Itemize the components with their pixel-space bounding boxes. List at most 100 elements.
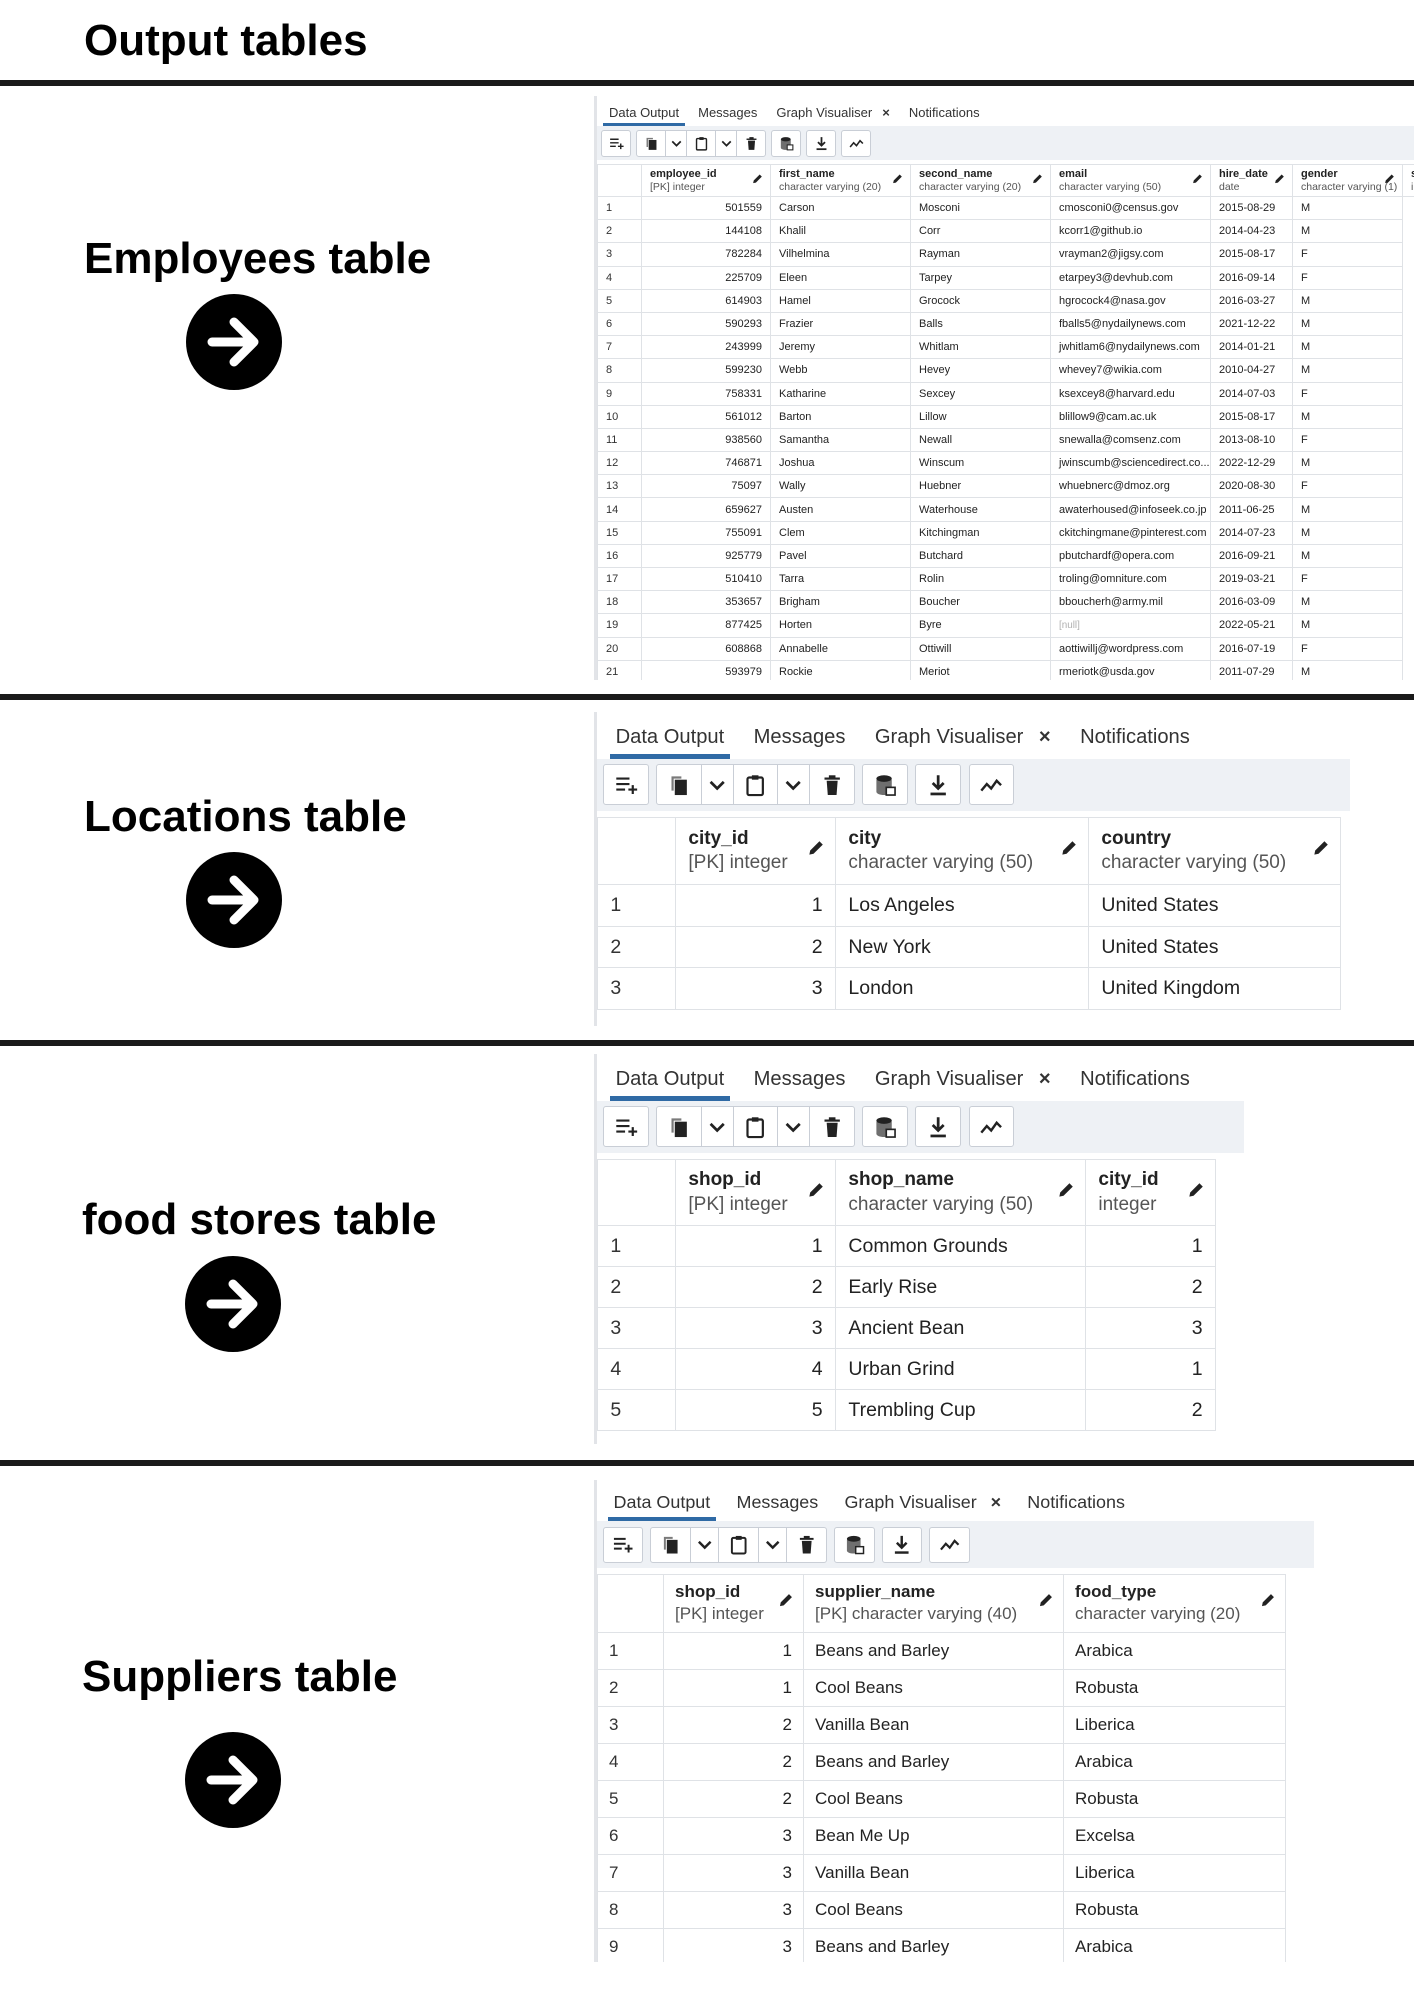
graph-button[interactable]	[970, 1107, 1013, 1146]
table-cell[interactable]: F	[1292, 566, 1403, 592]
table-cell[interactable]: 1	[1085, 1225, 1216, 1268]
table-cell[interactable]: 659627	[641, 497, 771, 522]
column-header-email[interactable]: email character varying (50)	[1050, 164, 1211, 197]
tab-data-output[interactable]: Data Output	[602, 105, 686, 126]
table-cell[interactable]: 2022-05-21	[1210, 613, 1293, 638]
table-cell[interactable]: M	[1292, 659, 1403, 680]
table-cell[interactable]: 593979	[641, 659, 771, 680]
table-cell[interactable]: Rockie	[770, 659, 911, 680]
table-cell[interactable]: Pavel	[770, 543, 911, 569]
pencil-icon[interactable]	[1186, 1180, 1206, 1206]
table-row[interactable]: 6 590293 Frazier Balls fballs5@nydailynews.c…	[597, 311, 1414, 337]
table-cell[interactable]: Khalil	[770, 219, 911, 244]
table-cell[interactable]: 2022-12-29	[1210, 451, 1293, 476]
table-cell[interactable]: Vanilla Bean	[803, 1853, 1064, 1892]
column-header-city-id[interactable]: city_id integer	[1085, 1159, 1216, 1227]
table-cell[interactable]: 746871	[641, 451, 771, 476]
table-cell[interactable]: kcorr1@github.io	[1050, 219, 1211, 244]
table-row[interactable]: 1 1 Los Angeles United States	[597, 884, 1341, 927]
table-cell[interactable]: London	[835, 967, 1089, 1010]
table-cell[interactable]: 2014-01-21	[1210, 335, 1293, 360]
table-row[interactable]: 14 659627 Austen Waterhouse awaterhoused@inf…	[597, 497, 1414, 522]
table-cell[interactable]: 2011-07-29	[1210, 659, 1293, 680]
table-cell[interactable]: 2015-08-29	[1210, 195, 1293, 221]
table-row[interactable]: 17 510410 Tarra Rolin troling@omniture.com 20…	[597, 566, 1414, 592]
delete-button[interactable]	[787, 1528, 826, 1563]
table-row[interactable]: 3 782284 Vilhelmina Rayman vrayman2@jigsy.co…	[597, 242, 1414, 267]
table-cell[interactable]: hgrocock4@nasa.gov	[1050, 288, 1211, 313]
table-cell[interactable]: 3	[675, 1307, 836, 1350]
table-cell[interactable]: F	[1292, 427, 1403, 453]
table-cell[interactable]: Vanilla Bean	[803, 1705, 1064, 1744]
copy-options-button[interactable]	[691, 1528, 719, 1563]
tab-graph-visualiser[interactable]: Graph Visualiser ×	[776, 105, 889, 126]
table-row[interactable]: 1 1 Common Grounds 1	[597, 1225, 1216, 1268]
add-row-button[interactable]	[604, 1107, 647, 1146]
table-cell[interactable]: 3	[663, 1927, 804, 1962]
table-cell[interactable]: M	[1292, 613, 1403, 638]
table-cell[interactable]: Vilhelmina	[770, 242, 911, 267]
download-button[interactable]	[883, 1528, 922, 1563]
table-cell[interactable]: M	[1292, 497, 1403, 522]
table-cell[interactable]: Jeremy	[770, 335, 911, 360]
copy-button[interactable]	[637, 131, 665, 156]
table-cell[interactable]: Trembling Cup	[835, 1389, 1086, 1432]
close-icon[interactable]: ×	[1039, 726, 1051, 749]
table-cell[interactable]: 2016-03-09	[1210, 590, 1293, 615]
table-cell[interactable]: 2	[675, 925, 836, 969]
table-cell[interactable]: Joshua	[770, 451, 911, 476]
table-cell[interactable]: Common Grounds	[835, 1225, 1086, 1268]
table-row[interactable]: 3 2 Vanilla Bean Liberica	[597, 1705, 1286, 1744]
pencil-icon[interactable]	[1037, 1591, 1055, 1615]
table-row[interactable]: 4 225709 Eleen Tarpey etarpey3@devhub.com 201…	[597, 265, 1414, 290]
paste-options-button[interactable]	[778, 765, 809, 804]
table-cell[interactable]: 2020-08-30	[1210, 474, 1293, 499]
table-cell[interactable]: 614903	[641, 288, 771, 313]
table-cell[interactable]: 938560	[641, 427, 771, 453]
paste-options-button[interactable]	[716, 131, 736, 156]
add-row-button[interactable]	[604, 765, 647, 804]
table-row[interactable]: 1 1 Beans and Barley Arabica	[597, 1631, 1286, 1670]
save-data-button[interactable]	[835, 1528, 874, 1563]
delete-button[interactable]	[810, 1107, 853, 1146]
column-header-shop-id[interactable]: shop_id [PK] integer	[675, 1159, 836, 1227]
table-row[interactable]: 4 2 Beans and Barley Arabica	[597, 1742, 1286, 1781]
table-cell[interactable]: 2013-08-10	[1210, 427, 1293, 453]
table-cell[interactable]: 1	[1085, 1348, 1216, 1391]
table-cell[interactable]: 782284	[641, 242, 771, 267]
pencil-icon[interactable]	[1056, 1180, 1076, 1206]
table-row[interactable]: 5 614903 Hamel Grocock hgrocock4@nasa.gov 201…	[597, 288, 1414, 313]
table-cell[interactable]: 510410	[641, 566, 771, 592]
tab-notifications[interactable]: Notifications	[909, 105, 980, 126]
table-cell[interactable]: Tarra	[770, 566, 911, 592]
table-cell[interactable]: Brigham	[770, 590, 911, 615]
table-cell[interactable]: Sexcey	[910, 381, 1051, 406]
table-cell[interactable]: 2014-04-23	[1210, 219, 1293, 244]
column-header-employee-id[interactable]: employee_id [PK] integer	[641, 164, 771, 197]
tab-messages[interactable]: Messages	[698, 105, 757, 126]
table-cell[interactable]: F	[1292, 381, 1403, 406]
table-cell[interactable]: Boucher	[910, 590, 1051, 615]
table-cell[interactable]: Frazier	[770, 311, 911, 337]
pencil-icon[interactable]	[806, 1180, 826, 1206]
table-cell[interactable]: Los Angeles	[835, 884, 1089, 927]
table-cell[interactable]: aottiwillj@wordpress.com	[1050, 636, 1211, 661]
table-cell[interactable]: Mosconi	[910, 195, 1051, 221]
table-cell[interactable]: Waterhouse	[910, 497, 1051, 522]
column-header-second-name[interactable]: second_name character varying (20)	[910, 164, 1051, 197]
table-row[interactable]: 5 2 Cool Beans Robusta	[597, 1779, 1286, 1818]
table-cell[interactable]: M	[1292, 590, 1403, 615]
table-cell[interactable]: M	[1292, 543, 1403, 569]
table-cell[interactable]: Early Rise	[835, 1266, 1086, 1309]
copy-options-button[interactable]	[666, 131, 686, 156]
table-row[interactable]: 13 75097 Wally Huebner whuebnerc@dmoz.org 202…	[597, 474, 1414, 499]
table-row[interactable]: 9 3 Beans and Barley Arabica	[597, 1927, 1286, 1962]
table-row[interactable]: 20 608868 Annabelle Ottiwill aottiwillj@word…	[597, 636, 1414, 661]
table-cell[interactable]: etarpey3@devhub.com	[1050, 265, 1211, 290]
table-cell[interactable]: Newall	[910, 427, 1051, 453]
column-header-sa[interactable]: sain	[1402, 164, 1414, 197]
table-cell[interactable]: snewalla@comsenz.com	[1050, 427, 1211, 453]
table-cell[interactable]: Kitchingman	[910, 520, 1051, 545]
tab-messages[interactable]: Messages	[737, 1492, 819, 1521]
table-row[interactable]: 5 5 Trembling Cup 2	[597, 1389, 1216, 1432]
